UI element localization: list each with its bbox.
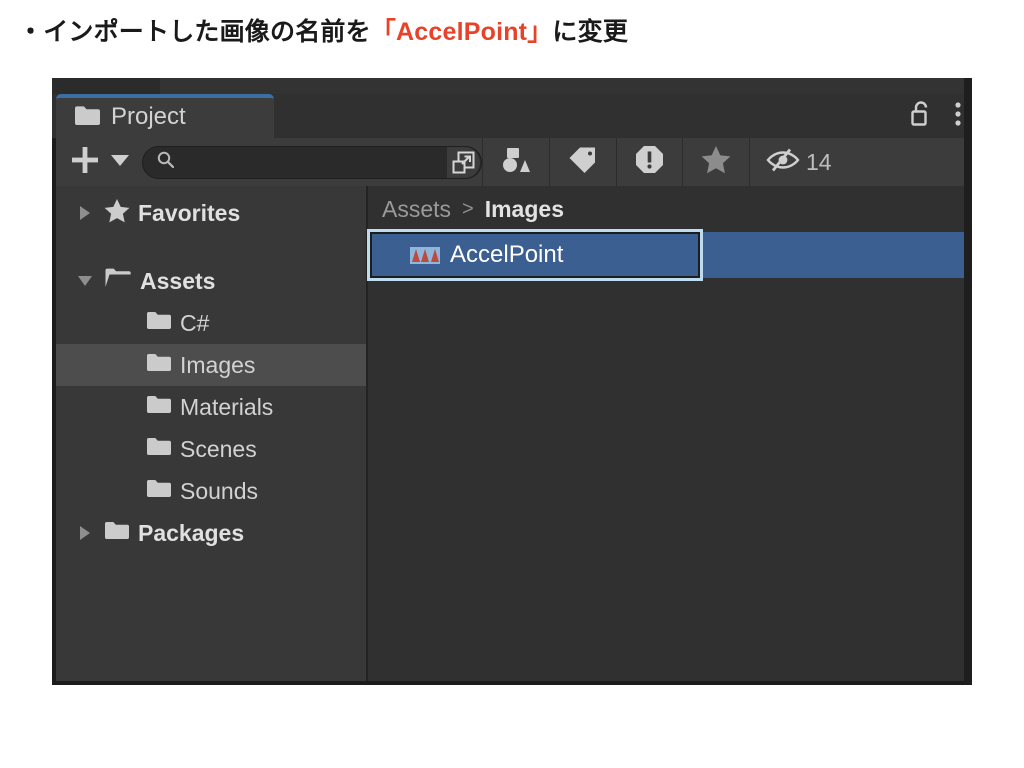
label-filter-button[interactable] [550,138,616,186]
folder-icon [146,310,172,337]
sidebar-item-label: Assets [140,267,216,294]
breadcrumb-current[interactable]: Images [485,196,564,223]
sidebar-item-label: Materials [180,393,274,420]
sidebar-item-favorites[interactable]: Favorites [56,192,366,234]
unity-project-window: Project 14 Favorites Assets C# Images Ma… [52,78,972,685]
window-top-strip [52,78,972,94]
asset-name-label: AccelPoint [450,241,564,268]
warning-filter-button[interactable] [617,138,682,186]
heading-text-before: インポートした画像の名前を [43,18,371,46]
sprite-thumbnail-icon [410,246,440,264]
sidebar-item-label: Sounds [180,477,259,504]
label-filter-icon [568,147,598,178]
sidebar-item-csharp[interactable]: C# [56,302,366,344]
heading-accent-text: 「AccelPoint」 [370,18,553,46]
folder-icon [146,352,172,379]
add-asset-button[interactable] [56,138,142,186]
folder-icon [74,105,100,131]
search-field[interactable] [142,145,482,179]
lock-icon[interactable] [910,100,932,132]
sidebar-item-assets[interactable]: Assets [56,260,366,302]
sidebar-item-label: Packages [138,519,245,546]
sidebar-item-packages[interactable]: Packages [56,512,366,554]
breadcrumb-root[interactable]: Assets [382,196,451,223]
hidden-items-button[interactable]: 14 [750,138,846,186]
tab-bar-actions [910,94,962,138]
chevron-right-icon: > [462,197,474,220]
sidebar-item-images[interactable]: Images [56,344,366,386]
folder-icon [146,478,172,505]
project-body: Favorites Assets C# Images Materials Sce… [56,186,964,681]
chevron-down-icon [110,153,129,171]
sidebar-item-label: Images [180,351,256,378]
twisty-expanded-icon[interactable] [74,274,96,288]
sidebar-item-label: C# [180,309,210,336]
project-content: Assets > Images AccelPoint [367,186,964,681]
breadcrumb: Assets > Images [368,186,964,232]
sidebar-item-sounds[interactable]: Sounds [56,470,366,512]
window-top-strip-left [52,78,160,94]
eye-hidden-icon [766,147,800,178]
save-search-icon[interactable] [447,146,480,178]
tab-bar: Project [52,94,972,138]
slide-heading: ・インポートした画像の名前を「AccelPoint」に変更 [18,12,628,48]
asset-rename-input[interactable]: AccelPoint [367,229,703,281]
favorite-filter-button[interactable] [683,138,749,186]
sidebar-item-label: Scenes [180,435,257,462]
folder-icon [146,436,172,463]
window-top-strip-right [964,78,972,94]
folder-icon [146,394,172,421]
tab-project-label: Project [111,103,186,130]
heading-bullet: ・ [18,18,44,46]
hidden-items-count: 14 [806,148,832,175]
sidebar-item-materials[interactable]: Materials [56,386,366,428]
type-filter-button[interactable] [483,138,549,186]
star-icon [104,198,130,229]
twisty-collapsed-icon[interactable] [74,205,96,221]
folder-icon [104,520,130,547]
kebab-menu-icon[interactable] [954,101,962,132]
tab-project[interactable]: Project [56,94,274,138]
twisty-collapsed-icon[interactable] [74,525,96,541]
window-right-edge [964,94,972,685]
heading-text-after: に変更 [552,18,629,46]
project-tree-sidebar: Favorites Assets C# Images Materials Sce… [56,186,368,681]
asset-list-row-selected[interactable]: AccelPoint [367,229,964,281]
search-icon [157,151,175,173]
folder-open-icon [104,267,132,295]
type-filter-icon [501,146,531,179]
project-toolbar: 14 [56,138,964,186]
search-input[interactable] [174,153,447,171]
sidebar-item-scenes[interactable]: Scenes [56,428,366,470]
favorite-filter-icon [701,145,731,179]
plus-icon [70,145,100,180]
warning-filter-icon [635,145,664,179]
sidebar-item-label: Favorites [138,199,241,226]
